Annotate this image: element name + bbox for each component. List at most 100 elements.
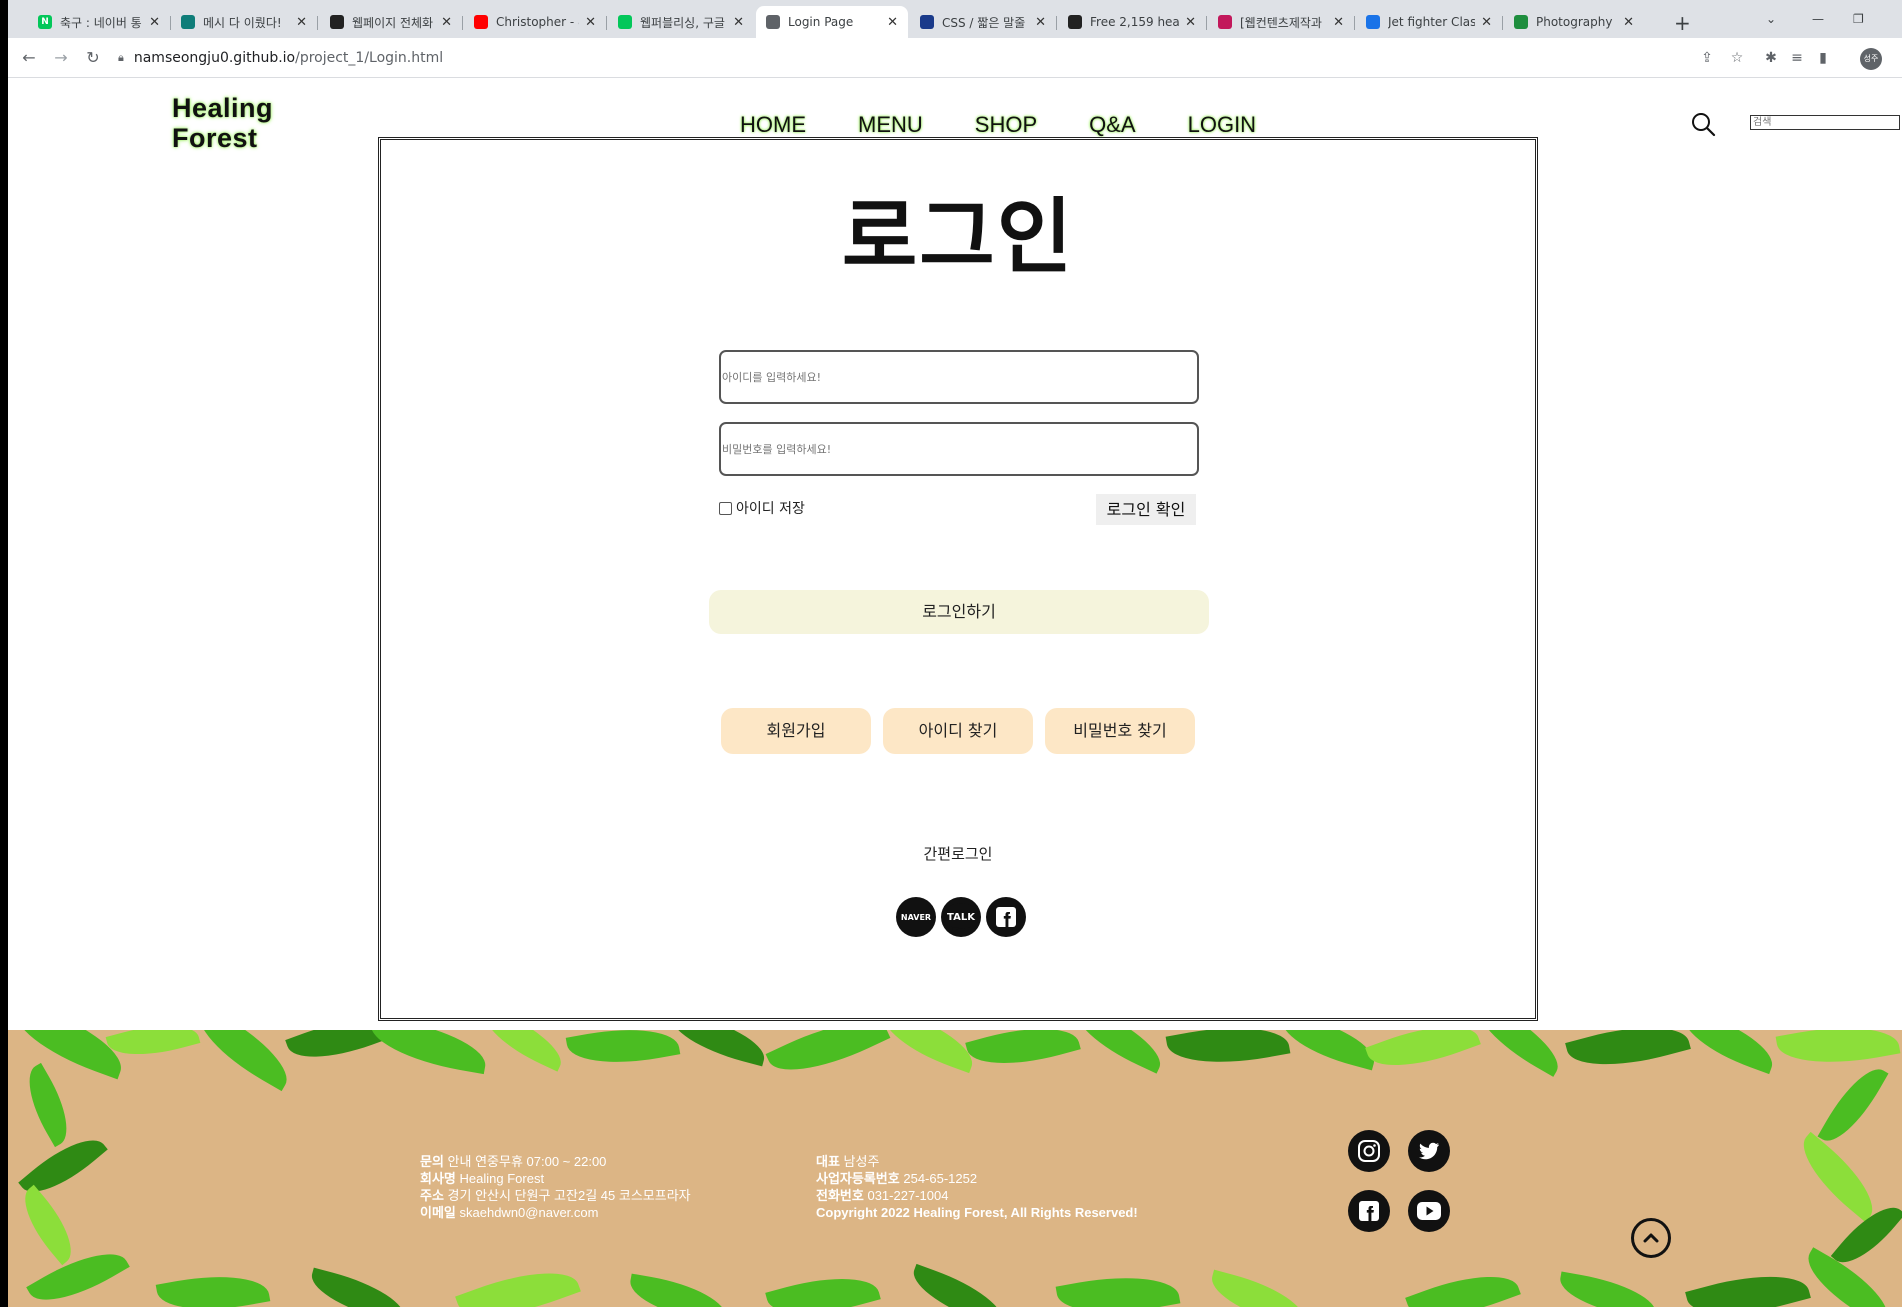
footer-info-line: 대표 남성주: [816, 1154, 880, 1169]
tab-favicon-icon: [766, 15, 780, 29]
close-tab-icon[interactable]: ✕: [1035, 15, 1046, 30]
browser-tab[interactable]: Jet fighter Class ✕: [1356, 6, 1502, 38]
tab-title: Christopher - 8: [496, 15, 580, 29]
nav-login[interactable]: LOGIN: [1188, 112, 1256, 138]
tab-separator: [1502, 16, 1503, 30]
browser-tab[interactable]: CSS / 짧은 말줄 ✕: [910, 6, 1056, 38]
leaf-shape: [965, 1030, 1081, 1078]
close-tab-icon[interactable]: ✕: [1481, 15, 1492, 30]
browser-tab[interactable]: 웹페이지 전체화 ✕: [320, 6, 462, 38]
side-panel-icon[interactable]: ▮: [1814, 49, 1832, 67]
tab-favicon-icon: [618, 15, 632, 29]
back-icon[interactable]: ←: [18, 47, 40, 69]
tab-title: [웹컨텐츠제작과: [1240, 15, 1322, 30]
close-tab-icon[interactable]: ✕: [887, 15, 898, 30]
leaf-shape: [285, 1030, 391, 1073]
save-id-option[interactable]: 아이디 저장: [719, 498, 805, 518]
tab-favicon-icon: [1218, 15, 1232, 29]
tab-title: 축구 : 네이버 통: [60, 15, 142, 30]
save-id-checkbox[interactable]: [719, 501, 732, 515]
new-tab-button[interactable]: +: [1674, 11, 1691, 35]
tab-title: 웹퍼블리싱, 구글: [640, 15, 725, 30]
scroll-to-top-button[interactable]: [1631, 1218, 1671, 1258]
nav-menu[interactable]: MENU: [858, 112, 923, 138]
page-content: Healing Forest HOME MENU SHOP Q&A LOGIN …: [8, 79, 1902, 1307]
page-title: 로그인: [841, 190, 1075, 285]
footer-company-info: 문의 안내 연중무휴 07:00 ~ 22:00 회사명 Healing For…: [420, 1153, 691, 1221]
site-logo[interactable]: Healing Forest: [172, 93, 273, 153]
leaf-shape: [1555, 1271, 1661, 1307]
leaf-shape: [155, 1265, 271, 1307]
close-tab-icon[interactable]: ✕: [441, 15, 452, 30]
signup-button[interactable]: 회원가입: [721, 708, 871, 754]
leaf-shape: [1205, 1269, 1311, 1307]
nav-shop[interactable]: SHOP: [975, 112, 1037, 138]
extensions-icon[interactable]: ✱: [1762, 49, 1780, 67]
minimize-button[interactable]: —: [1812, 12, 1824, 26]
password-input[interactable]: [719, 422, 1199, 476]
close-tab-icon[interactable]: ✕: [733, 15, 744, 30]
find-password-button[interactable]: 비밀번호 찾기: [1045, 708, 1195, 754]
leaf-shape: [1466, 1030, 1570, 1077]
leaf-shape: [365, 1030, 491, 1075]
login-box: 로그인 아이디 저장 로그인 확인 로그인하기 회원가입 아이디 찾기 비밀번호…: [378, 137, 1538, 1021]
browser-tab[interactable]: Free 2,159 hear ✕: [1058, 6, 1206, 38]
tab-separator: [1056, 16, 1057, 30]
browser-tab[interactable]: Photography H ✕: [1504, 6, 1644, 38]
login-confirm-button[interactable]: 로그인 확인: [1096, 494, 1196, 525]
id-input[interactable]: [719, 350, 1199, 404]
footer-info-line: 전화번호 031-227-1004: [816, 1188, 949, 1203]
browser-window: N 축구 : 네이버 통 ✕ 메시 다 이뤘다! ✕ 웹페이지 전체화 ✕ Christoph…: [8, 0, 1902, 1307]
bookmark-star-icon[interactable]: ☆: [1728, 49, 1746, 67]
tab-title: CSS / 짧은 말줄: [942, 15, 1026, 30]
nav-qna[interactable]: Q&A: [1089, 112, 1135, 138]
browser-tab[interactable]: Christopher - 8 ✕: [464, 6, 606, 38]
search-input[interactable]: [1750, 115, 1900, 130]
leaf-shape: [186, 1030, 300, 1092]
browser-tab[interactable]: 웹퍼블리싱, 구글 ✕: [608, 6, 754, 38]
close-tab-icon[interactable]: ✕: [296, 15, 307, 30]
main-nav: HOME MENU SHOP Q&A LOGIN: [740, 112, 1256, 138]
leaf-shape: [455, 1255, 581, 1307]
close-tab-icon[interactable]: ✕: [149, 15, 160, 30]
twitter-icon[interactable]: [1408, 1130, 1450, 1172]
leaf-shape: [1775, 1030, 1901, 1075]
browser-tab[interactable]: 메시 다 이뤘다! ✕: [171, 6, 317, 38]
browser-tab[interactable]: [웹컨텐츠제작과 ✕: [1208, 6, 1354, 38]
naver-login-icon[interactable]: NAVER: [896, 897, 936, 937]
close-tab-icon[interactable]: ✕: [585, 15, 596, 30]
leaf-shape: [905, 1263, 1011, 1307]
tab-favicon-icon: N: [38, 15, 52, 29]
facebook-icon[interactable]: [1348, 1190, 1390, 1232]
close-tab-icon[interactable]: ✕: [1185, 15, 1196, 30]
nav-home[interactable]: HOME: [740, 112, 806, 138]
facebook-login-icon[interactable]: [986, 897, 1026, 937]
kakao-login-icon[interactable]: TALK: [941, 897, 981, 937]
find-id-button[interactable]: 아이디 찾기: [883, 708, 1033, 754]
tab-favicon-icon: [1068, 15, 1082, 29]
footer-info-line: 사업자등록번호 254-65-1252: [816, 1171, 978, 1186]
tab-title: Photography H: [1536, 15, 1618, 29]
browser-tab[interactable]: Login Page ✕: [756, 6, 908, 38]
address-bar[interactable]: 🔒︎ namseongju0.github.io/project_1/Login…: [118, 43, 1758, 73]
tab-search-icon[interactable]: ⌄: [1766, 12, 1776, 26]
close-tab-icon[interactable]: ✕: [1623, 15, 1634, 30]
browser-tab[interactable]: N 축구 : 네이버 통 ✕: [28, 6, 170, 38]
leaf-shape: [26, 1237, 130, 1307]
login-button[interactable]: 로그인하기: [709, 590, 1209, 634]
close-tab-icon[interactable]: ✕: [1333, 15, 1344, 30]
footer-business-info: 대표 남성주 사업자등록번호 254-65-1252 전화번호 031-227-…: [816, 1153, 1138, 1221]
footer-info-line: 이메일 skaehdwn0@naver.com: [420, 1205, 599, 1220]
youtube-icon[interactable]: [1408, 1190, 1450, 1232]
profile-avatar[interactable]: 성주: [1860, 48, 1882, 70]
media-icon[interactable]: ≡: [1788, 49, 1806, 67]
reload-icon[interactable]: ↻: [82, 47, 104, 69]
restore-button[interactable]: ❐: [1853, 12, 1864, 26]
search-icon[interactable]: [1690, 111, 1716, 137]
logo-line-1: Healing: [172, 93, 274, 123]
tab-title: Jet fighter Class: [1388, 15, 1476, 29]
forward-icon[interactable]: →: [50, 47, 72, 69]
instagram-icon[interactable]: [1348, 1130, 1390, 1172]
logo-line-2: Forest: [172, 123, 258, 153]
share-icon[interactable]: ⇪: [1698, 49, 1716, 67]
